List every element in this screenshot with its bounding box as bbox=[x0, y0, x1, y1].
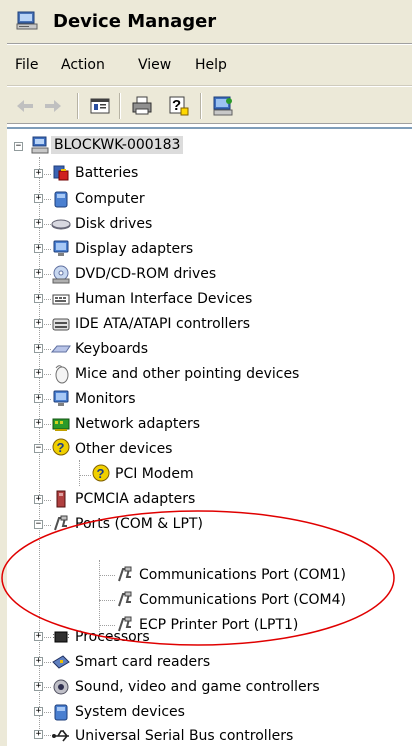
tree-node-label: Batteries bbox=[75, 165, 139, 181]
toolbar-separator bbox=[119, 93, 121, 119]
toolbar: ? bbox=[7, 87, 412, 124]
mouse-icon bbox=[55, 365, 69, 384]
forward-arrow-icon[interactable] bbox=[41, 94, 65, 118]
svg-text:?: ? bbox=[172, 97, 181, 114]
tree-node-label: Disk drives bbox=[75, 216, 153, 232]
port-icon bbox=[54, 515, 68, 531]
root-collapse-toggle[interactable]: − bbox=[14, 142, 23, 151]
tree-node-label: Ports (COM & LPT) bbox=[75, 516, 203, 532]
scan-hardware-icon[interactable] bbox=[211, 94, 235, 118]
expand-toggle[interactable]: + bbox=[34, 344, 43, 353]
usb-icon bbox=[52, 730, 69, 742]
tree-node-label: Human Interface Devices bbox=[75, 291, 253, 307]
expand-toggle[interactable]: + bbox=[34, 319, 43, 328]
tree-node-label: DVD/CD-ROM drives bbox=[75, 266, 217, 282]
cd-drive-icon bbox=[52, 265, 70, 284]
back-arrow-icon[interactable] bbox=[13, 94, 37, 118]
unknown-device-icon: ? bbox=[92, 464, 110, 482]
ide-controller-icon bbox=[52, 318, 70, 331]
tree-node-label: Communications Port (COM4) bbox=[139, 592, 346, 608]
network-adapter-icon bbox=[52, 418, 70, 431]
svg-text:?: ? bbox=[97, 466, 105, 481]
collapse-toggle[interactable]: − bbox=[34, 520, 43, 529]
processor-icon bbox=[53, 631, 69, 643]
expand-toggle[interactable]: + bbox=[34, 269, 43, 278]
help-icon[interactable]: ? bbox=[167, 94, 191, 118]
menu-view[interactable]: View bbox=[138, 57, 171, 73]
tree-node-label: System devices bbox=[75, 704, 185, 720]
system-devices-icon bbox=[54, 704, 68, 721]
monitor-icon bbox=[53, 240, 69, 256]
toolbar-separator bbox=[200, 93, 202, 119]
tree-node-label: Sound, video and game controllers bbox=[75, 679, 320, 695]
window-left-edge bbox=[0, 0, 7, 746]
window-title: Device Manager bbox=[53, 11, 217, 32]
tree-node-label: PCI Modem bbox=[115, 466, 194, 482]
toolbar-separator bbox=[77, 93, 79, 119]
expand-toggle[interactable]: + bbox=[34, 707, 43, 716]
expand-toggle[interactable]: + bbox=[34, 657, 43, 666]
device-manager-icon bbox=[16, 11, 38, 30]
tree-node-label: ECP Printer Port (LPT1) bbox=[139, 617, 299, 633]
smart-card-icon bbox=[52, 655, 70, 669]
tree-node-label: PCMCIA adapters bbox=[75, 491, 196, 507]
expand-toggle[interactable]: + bbox=[34, 419, 43, 428]
disk-drive-icon bbox=[51, 219, 71, 230]
tree-connector bbox=[99, 625, 115, 626]
device-tree[interactable]: − BLOCKWK-000183 + Batteries + Computer … bbox=[7, 127, 412, 746]
expand-toggle[interactable]: + bbox=[34, 219, 43, 228]
tree-node-label: Smart card readers bbox=[75, 654, 211, 670]
tree-node-label: Computer bbox=[75, 191, 145, 207]
tree-connector bbox=[79, 460, 80, 486]
print-icon[interactable] bbox=[130, 94, 154, 118]
collapse-toggle[interactable]: − bbox=[34, 444, 43, 453]
battery-icon bbox=[53, 165, 69, 181]
tree-node-label: Processors bbox=[75, 629, 150, 645]
expand-toggle[interactable]: + bbox=[34, 394, 43, 403]
expand-toggle[interactable]: + bbox=[34, 632, 43, 641]
keyboard-icon bbox=[51, 345, 71, 353]
tree-node-label: Keyboards bbox=[75, 341, 149, 357]
tree-node-label: Mice and other pointing devices bbox=[75, 366, 300, 382]
unknown-device-icon: ? bbox=[52, 438, 70, 456]
expand-toggle[interactable]: + bbox=[34, 169, 43, 178]
pcmcia-icon bbox=[56, 490, 66, 508]
menu-bar: File Action View Help bbox=[7, 45, 412, 86]
title-bar[interactable]: Device Manager bbox=[7, 0, 412, 44]
port-icon bbox=[118, 591, 132, 607]
hid-icon bbox=[52, 294, 70, 305]
tree-node-label: Network adapters bbox=[75, 416, 200, 432]
menu-action[interactable]: Action bbox=[61, 57, 105, 73]
tree-node-label: Communications Port (COM1) bbox=[139, 567, 346, 583]
svg-text:?: ? bbox=[57, 440, 65, 455]
tree-connector bbox=[99, 600, 115, 601]
tree-node-label: Other devices bbox=[75, 441, 173, 457]
expand-toggle[interactable]: + bbox=[34, 244, 43, 253]
tree-connector bbox=[99, 575, 115, 576]
menu-file[interactable]: File bbox=[15, 57, 38, 73]
tree-node-label: Display adapters bbox=[75, 241, 194, 257]
tree-root-label[interactable]: BLOCKWK-000183 bbox=[51, 136, 184, 154]
monitor-icon bbox=[53, 390, 69, 406]
properties-icon[interactable] bbox=[88, 94, 112, 118]
tree-connector bbox=[79, 475, 91, 476]
sound-icon bbox=[53, 679, 69, 695]
expand-toggle[interactable]: + bbox=[34, 682, 43, 691]
port-icon bbox=[118, 566, 132, 582]
expand-toggle[interactable]: + bbox=[34, 730, 43, 739]
expand-toggle[interactable]: + bbox=[34, 495, 43, 504]
expand-toggle[interactable]: + bbox=[34, 294, 43, 303]
expand-toggle[interactable]: + bbox=[34, 194, 43, 203]
tree-node-label: Universal Serial Bus controllers bbox=[75, 728, 294, 744]
computer-icon bbox=[31, 136, 49, 154]
tree-node-label: Monitors bbox=[75, 391, 136, 407]
menu-help[interactable]: Help bbox=[195, 57, 227, 73]
tree-node-label: IDE ATA/ATAPI controllers bbox=[75, 316, 251, 332]
computer-icon bbox=[54, 191, 68, 208]
expand-toggle[interactable]: + bbox=[34, 369, 43, 378]
